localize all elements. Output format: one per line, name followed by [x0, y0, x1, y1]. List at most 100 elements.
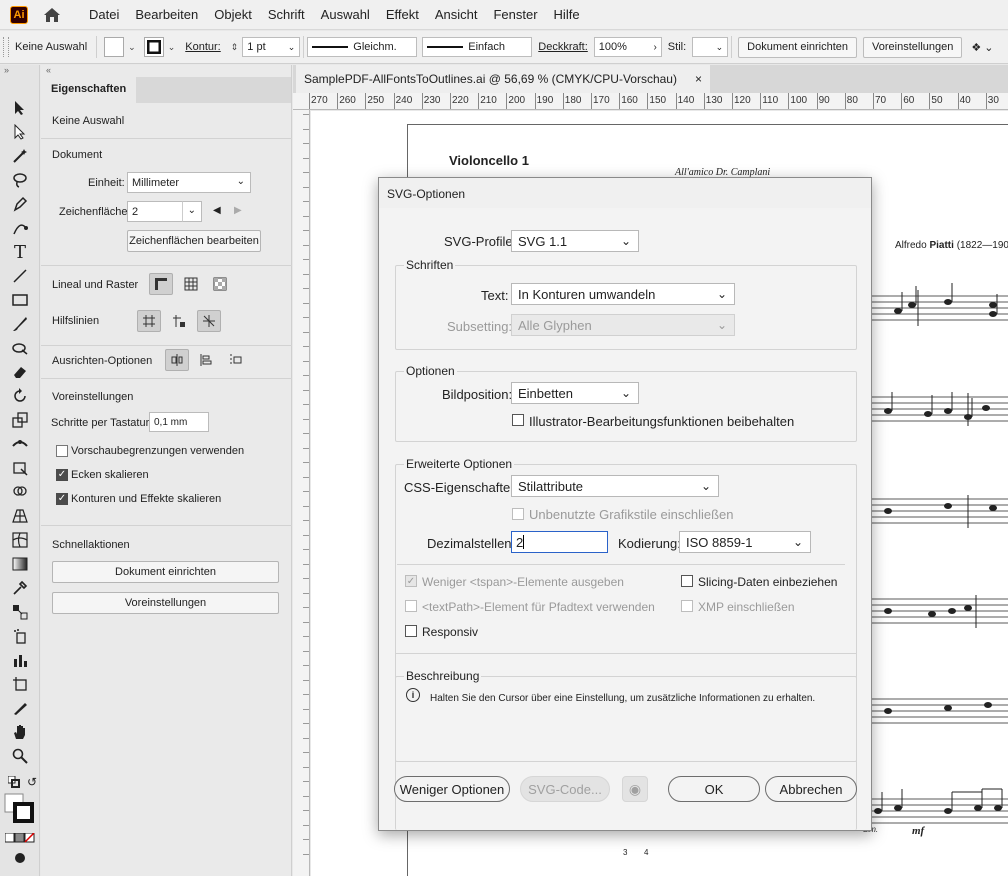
menu-objekt[interactable]: Objekt	[206, 7, 260, 22]
textpath-checkbox[interactable]	[405, 600, 417, 612]
menu-effekt[interactable]: Effekt	[378, 7, 427, 22]
collapse-icon[interactable]: «	[41, 65, 291, 77]
rectangle-tool-icon[interactable]	[8, 289, 32, 311]
preferences-button[interactable]: Voreinstellungen	[863, 36, 963, 58]
svg-code-button[interactable]: SVG-Code...	[520, 776, 610, 802]
artboard-tool-icon[interactable]	[8, 673, 32, 695]
brush-select[interactable]: Einfach	[422, 37, 533, 57]
stepper-icon[interactable]: ⇕	[231, 42, 239, 53]
eyedropper-icon[interactable]	[8, 577, 32, 599]
css-select[interactable]: Stilattribute ⌄	[511, 475, 719, 497]
width-tool-icon[interactable]	[8, 433, 32, 455]
symbol-sprayer-icon[interactable]	[8, 625, 32, 647]
menu-ansicht[interactable]: Ansicht	[427, 7, 486, 22]
deckkraft-input[interactable]: 100% ›	[593, 37, 662, 57]
hand-tool-icon[interactable]	[8, 721, 32, 743]
collapse-icon[interactable]: »	[0, 65, 39, 77]
gradient-tool-icon[interactable]	[8, 553, 32, 575]
dezimal-input[interactable]: 2	[511, 531, 608, 553]
menu-hilfe[interactable]: Hilfe	[546, 7, 588, 22]
cancel-button[interactable]: Abbrechen	[765, 776, 857, 802]
shape-builder-icon[interactable]	[8, 481, 32, 503]
schritte-input[interactable]: 0,1 mm	[149, 412, 209, 432]
slicing-checkbox[interactable]	[681, 575, 693, 587]
kodierung-select[interactable]: ISO 8859-1 ⌄	[679, 531, 811, 553]
browser-preview-button[interactable]: ◉	[622, 776, 648, 802]
quick-preferences-button[interactable]: Voreinstellungen	[52, 592, 279, 614]
lock-guides-icon[interactable]	[167, 310, 191, 332]
weniger-tspan-checkbox[interactable]: ✓	[405, 575, 417, 587]
scale-tool-icon[interactable]	[8, 409, 32, 431]
menu-auswahl[interactable]: Auswahl	[313, 7, 378, 22]
preserve-editing-checkbox[interactable]	[512, 414, 524, 426]
slice-tool-icon[interactable]	[8, 697, 32, 719]
line-tool-icon[interactable]	[8, 265, 32, 287]
selection-tool-icon[interactable]	[8, 97, 32, 119]
close-icon[interactable]: ×	[695, 72, 702, 86]
align-to-artboard-icon[interactable]	[224, 349, 248, 371]
deckkraft-label[interactable]: Deckkraft:	[532, 41, 594, 53]
drawing-mode-icon[interactable]	[8, 847, 32, 869]
einheit-select[interactable]: Millimeter ⌄	[127, 172, 251, 193]
vertical-ruler[interactable]	[293, 110, 310, 876]
fill-stroke-swatches[interactable]	[4, 793, 34, 823]
smart-guides-icon[interactable]	[197, 310, 221, 332]
subsetting-select[interactable]: Alle Glyphen ⌄	[511, 314, 735, 336]
chevron-down-icon[interactable]: ⌄	[168, 42, 176, 53]
document-tab[interactable]: SamplePDF-AllFontsToOutlines.ai @ 56,69 …	[296, 65, 710, 93]
fill-swatch[interactable]	[104, 37, 125, 57]
next-artboard-icon[interactable]: ▶	[234, 205, 242, 216]
horizontal-ruler[interactable]: 270 260 250 240 230 220 210 200 190 180 170 160 150 1…	[293, 93, 1008, 110]
unused-styles-checkbox[interactable]	[512, 508, 524, 520]
document-setup-button[interactable]: Dokument einrichten	[738, 36, 858, 58]
tab-eigenschaften[interactable]: Eigenschaften	[41, 77, 137, 103]
column-graph-icon[interactable]	[8, 649, 32, 671]
guides-icon[interactable]	[137, 310, 161, 332]
edit-artboards-button[interactable]: Zeichenflächen bearbeiten	[127, 230, 261, 252]
home-icon[interactable]	[41, 4, 63, 26]
lasso-icon[interactable]	[8, 169, 32, 191]
stroke-profile-select[interactable]: Gleichm.	[307, 37, 418, 57]
bildposition-select[interactable]: Einbetten ⌄	[511, 382, 639, 404]
grid-icon[interactable]	[179, 273, 203, 295]
ecken-checkbox[interactable]: ✓	[56, 469, 68, 481]
responsiv-checkbox[interactable]	[405, 625, 417, 637]
align-to-selection-icon[interactable]	[165, 349, 189, 371]
mesh-tool-icon[interactable]	[8, 529, 32, 551]
zeichenflaeche-dropdown[interactable]: ⌄	[182, 201, 202, 222]
curvature-tool-icon[interactable]	[8, 217, 32, 239]
type-tool-icon[interactable]: T	[8, 241, 32, 263]
color-mode-icons[interactable]	[4, 827, 36, 849]
direct-selection-tool-icon[interactable]	[8, 121, 32, 143]
chevron-down-icon[interactable]: ⌄	[128, 42, 136, 53]
align-to-key-object-icon[interactable]	[194, 349, 218, 371]
menu-schrift[interactable]: Schrift	[260, 7, 313, 22]
rotate-tool-icon[interactable]	[8, 385, 32, 407]
vorschau-checkbox[interactable]	[56, 445, 68, 457]
fewer-options-button[interactable]: Weniger Optionen	[394, 776, 510, 802]
shaper-tool-icon[interactable]	[8, 337, 32, 359]
stil-select[interactable]: ⌄	[692, 37, 729, 57]
magic-wand-icon[interactable]	[8, 145, 32, 167]
svg-profile-select[interactable]: SVG 1.1 ⌄	[511, 230, 639, 252]
menu-fenster[interactable]: Fenster	[485, 7, 545, 22]
previous-artboard-icon[interactable]: ◀	[213, 205, 221, 216]
menu-bearbeiten[interactable]: Bearbeiten	[127, 7, 206, 22]
paintbrush-icon[interactable]	[8, 313, 32, 335]
text-select[interactable]: In Konturen umwandeln ⌄	[511, 283, 735, 305]
ruler-icon[interactable]	[149, 273, 173, 295]
zoom-tool-icon[interactable]	[8, 745, 32, 767]
pen-tool-icon[interactable]	[8, 193, 32, 215]
stroke-swatch[interactable]	[143, 37, 164, 57]
quick-document-setup-button[interactable]: Dokument einrichten	[52, 561, 279, 583]
eraser-icon[interactable]	[8, 361, 32, 383]
menu-datei[interactable]: Datei	[81, 7, 127, 22]
blend-tool-icon[interactable]	[8, 601, 32, 623]
kontur-input[interactable]: 1 pt ⌄	[242, 37, 301, 57]
perspective-grid-icon[interactable]	[8, 505, 32, 527]
free-transform-icon[interactable]	[8, 457, 32, 479]
kontur-label[interactable]: Kontur:	[179, 41, 226, 53]
konturen-checkbox[interactable]: ✓	[56, 493, 68, 505]
xmp-checkbox[interactable]	[681, 600, 693, 612]
arrange-icon[interactable]: ❖ ⌄	[965, 41, 999, 54]
